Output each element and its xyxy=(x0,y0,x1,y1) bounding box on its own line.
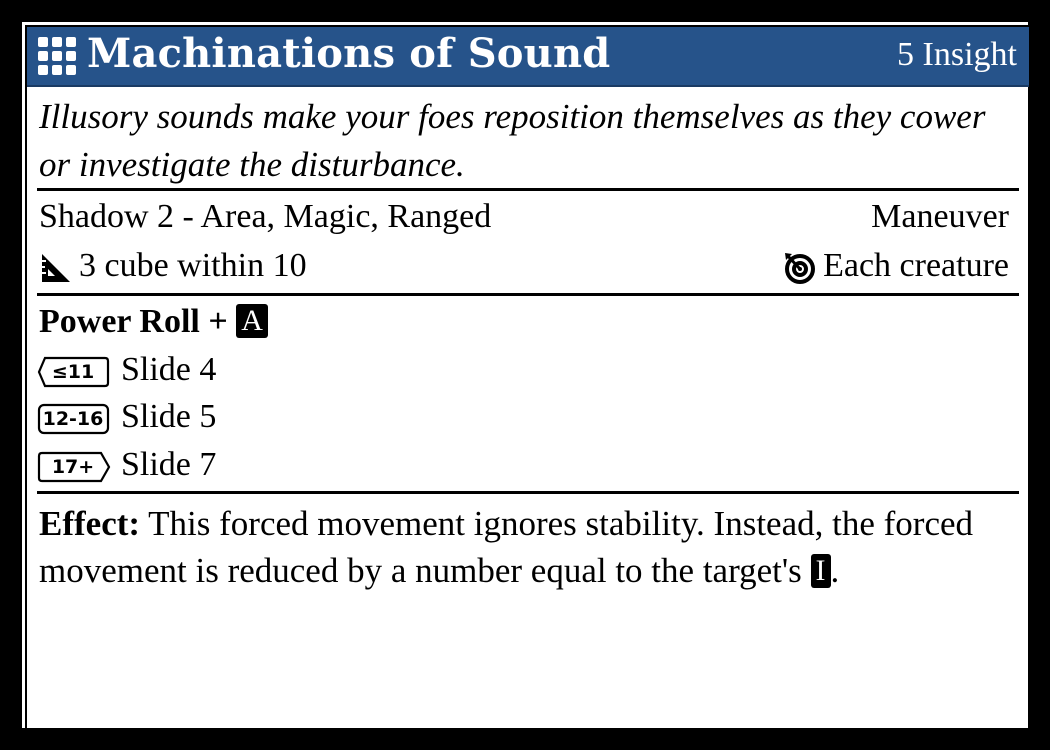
tier-badge-text: 12-16 xyxy=(42,408,104,431)
ability-cost: 5 Insight xyxy=(897,36,1017,73)
tier-row: ≤11 Slide 4 xyxy=(37,348,1009,392)
tier-badge: 17+ xyxy=(37,450,111,484)
tier-badge: ≤11 xyxy=(37,355,111,389)
target-icon xyxy=(785,253,816,285)
grid-icon xyxy=(38,37,76,75)
target-group: Each creature xyxy=(783,244,1009,288)
action-type: Maneuver xyxy=(871,198,1009,235)
tier-row: 17+ Slide 7 xyxy=(37,443,1009,487)
keywords-row: Shadow 2 - Area, Magic, Ranged Maneuver xyxy=(39,195,1009,239)
divider xyxy=(37,293,1019,296)
effect-end: . xyxy=(830,551,840,590)
keywords: Shadow 2 - Area, Magic, Ranged xyxy=(39,198,492,235)
ability-title: Machinations of Sound xyxy=(87,30,611,77)
ruler-triangle-icon xyxy=(42,254,70,283)
card-frame: Machinations of Sound 5 Insight Illusory… xyxy=(25,25,1031,731)
characteristic-badge: I xyxy=(810,554,831,588)
target-text: Each creature xyxy=(823,247,1009,284)
divider xyxy=(37,491,1019,494)
distance-row: 3 cube within 10 Each creature xyxy=(39,244,1009,288)
power-roll-label: Power Roll + xyxy=(39,303,228,340)
flavor-text: Illusory sounds make your foes repositio… xyxy=(39,97,986,184)
tier-result: Slide 7 xyxy=(121,446,217,483)
tier-row: 12-16 Slide 5 xyxy=(37,395,1009,439)
characteristic-badge: A xyxy=(236,304,268,338)
effect-label: Effect: xyxy=(39,504,141,543)
tier-badge-text: ≤11 xyxy=(51,361,95,384)
tier-badge-text: 17+ xyxy=(51,456,95,479)
distance-text: 3 cube within 10 xyxy=(79,247,307,284)
effect-text: Effect: This forced movement ignores sta… xyxy=(39,500,1014,594)
tier-result: Slide 5 xyxy=(121,398,217,435)
tier-badge: 12-16 xyxy=(37,402,111,436)
card-header: Machinations of Sound 5 Insight xyxy=(27,27,1029,87)
tier-result: Slide 4 xyxy=(121,351,217,388)
ability-card: Machinations of Sound 5 Insight Illusory… xyxy=(22,22,1031,731)
power-roll-heading: Power Roll + A xyxy=(39,300,1009,344)
divider xyxy=(37,188,1019,191)
